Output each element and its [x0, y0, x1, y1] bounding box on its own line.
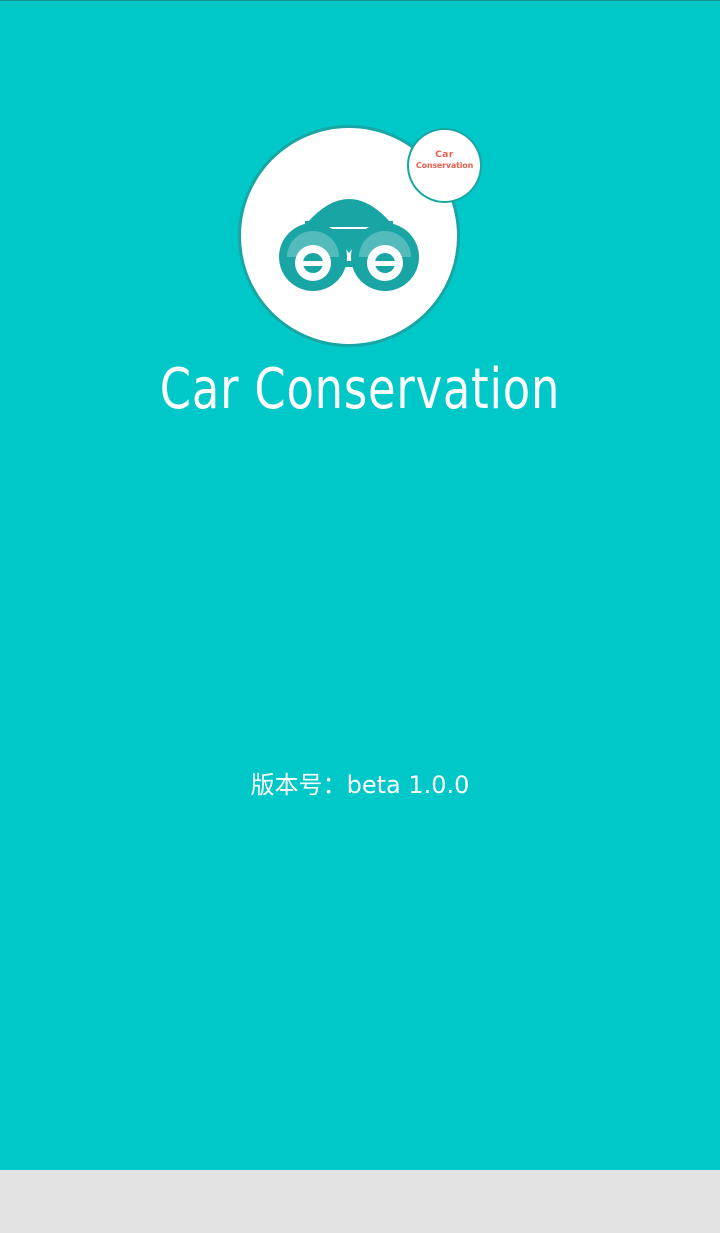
- navigation-bar: [0, 1170, 720, 1233]
- app-badge: Car Conservation: [409, 130, 480, 201]
- splash-background: Car Conservation Car Conservation 版本号：be…: [0, 0, 720, 1170]
- badge-line-1: Car: [435, 150, 454, 160]
- app-title: Car Conservation: [159, 357, 561, 422]
- car-icon: [279, 199, 419, 291]
- splash-screen: Car Conservation Car Conservation 版本号：be…: [0, 0, 720, 1233]
- version-label: 版本号：beta 1.0.0: [250, 771, 470, 799]
- badge-line-2: Conservation: [415, 161, 474, 170]
